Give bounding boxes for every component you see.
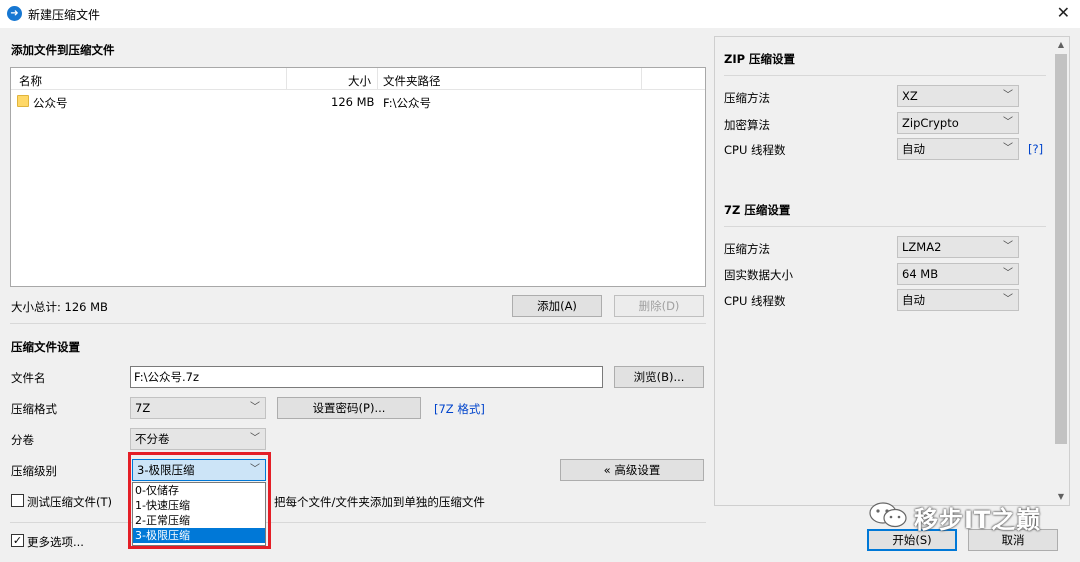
format-value: 7Z xyxy=(135,401,151,415)
chevron-down-icon: ﹀ xyxy=(1003,117,1013,128)
cpu-help-link[interactable]: [?] xyxy=(1028,142,1043,156)
zip-method-select[interactable]: XZ ﹀ xyxy=(897,85,1019,107)
app-logo-icon: ➜ xyxy=(7,6,22,21)
zip-encryption-select[interactable]: ZipCrypto ﹀ xyxy=(897,112,1019,134)
split-value: 不分卷 xyxy=(135,432,170,446)
7z-dict-value: 64 MB xyxy=(902,267,939,281)
column-header-path[interactable]: 文件夹路径 xyxy=(383,73,441,89)
column-header-name[interactable]: 名称 xyxy=(19,73,42,89)
scroll-up-icon[interactable]: ▲ xyxy=(1053,37,1069,53)
chevron-down-icon: ﹀ xyxy=(1003,241,1013,252)
chevron-down-icon: ﹀ xyxy=(250,433,260,444)
file-list-header: 名称 大小 文件夹路径 xyxy=(11,68,705,90)
chevron-down-icon: ﹀ xyxy=(1003,143,1013,154)
archive-settings-section-title: 压缩文件设置 xyxy=(11,340,80,354)
file-path: F:\公众号 xyxy=(383,96,431,110)
settings-panel: ZIP 压缩设置 压缩方法 XZ ﹀ 加密算法 ZipCrypto ﹀ CPU … xyxy=(714,36,1070,506)
7z-method-value: LZMA2 xyxy=(902,240,942,254)
column-divider[interactable] xyxy=(641,68,642,90)
7z-cpu-label: CPU 线程数 xyxy=(724,294,786,308)
format-label: 压缩格式 xyxy=(11,402,57,416)
zip-encryption-label: 加密算法 xyxy=(724,118,770,132)
7z-method-label: 压缩方法 xyxy=(724,242,770,256)
watermark: 移步IT之巅 xyxy=(868,497,1048,534)
divider xyxy=(10,522,706,523)
format-select[interactable]: 7Z ﹀ xyxy=(130,397,266,419)
level-label: 压缩级别 xyxy=(11,464,57,478)
add-files-section-title: 添加文件到压缩文件 xyxy=(11,43,115,57)
title-bar: ➜ 新建压缩文件 ✕ xyxy=(0,0,1080,28)
scrollbar-thumb[interactable] xyxy=(1055,54,1067,444)
separate-archive-label[interactable]: 把每个文件/文件夹添加到单独的压缩文件 xyxy=(274,494,485,510)
divider xyxy=(724,75,1046,76)
filename-label: 文件名 xyxy=(11,371,46,385)
add-button[interactable]: 添加(A) xyxy=(512,295,602,317)
zip-method-value: XZ xyxy=(902,89,918,103)
divider xyxy=(10,323,706,324)
delete-button[interactable]: 删除(D) xyxy=(614,295,704,317)
test-archive-label: 测试压缩文件(T) xyxy=(27,495,112,509)
watermark-text: 移步IT之巅 xyxy=(914,506,1042,534)
set-password-button[interactable]: 设置密码(P)... xyxy=(277,397,421,419)
highlight-box xyxy=(128,452,271,549)
file-name: 公众号 xyxy=(33,96,68,110)
wechat-icon xyxy=(869,502,907,528)
zip-cpu-select[interactable]: 自动 ﹀ xyxy=(897,138,1019,160)
total-size-label: 大小总计: 126 MB xyxy=(11,300,108,314)
filename-input[interactable]: F:\公众号.7z xyxy=(130,366,603,388)
7z-method-select[interactable]: LZMA2 ﹀ xyxy=(897,236,1019,258)
test-archive-checkbox[interactable] xyxy=(11,494,24,507)
list-item[interactable]: 公众号 126 MB F:\公众号 xyxy=(11,92,705,110)
close-icon[interactable]: ✕ xyxy=(1057,3,1070,23)
chevron-down-icon: ﹀ xyxy=(1003,294,1013,305)
advanced-settings-button[interactable]: « 高级设置 xyxy=(560,459,704,481)
column-header-size[interactable]: 大小 xyxy=(348,73,371,89)
file-list[interactable]: 名称 大小 文件夹路径 公众号 126 MB F:\公众号 xyxy=(10,67,706,287)
zip-settings-title: ZIP 压缩设置 xyxy=(724,52,796,66)
chevron-down-icon: ﹀ xyxy=(1003,268,1013,279)
zip-method-label: 压缩方法 xyxy=(724,91,770,105)
browse-button[interactable]: 浏览(B)... xyxy=(614,366,704,388)
column-divider[interactable] xyxy=(286,68,287,90)
window-title: 新建压缩文件 xyxy=(28,8,101,22)
vertical-scrollbar[interactable]: ▲ ▼ xyxy=(1053,37,1069,505)
file-size: 126 MB xyxy=(331,95,375,109)
format-help-link[interactable]: [7Z 格式] xyxy=(434,401,485,417)
split-select[interactable]: 不分卷 ﹀ xyxy=(130,428,266,450)
zip-encryption-value: ZipCrypto xyxy=(902,116,959,130)
more-options-label: 更多选项... xyxy=(27,535,84,549)
more-options-checkbox[interactable]: ✓ xyxy=(11,534,24,547)
scroll-down-icon[interactable]: ▼ xyxy=(1053,489,1069,505)
divider xyxy=(724,226,1046,227)
7z-cpu-select[interactable]: 自动 ﹀ xyxy=(897,289,1019,311)
chevron-down-icon: ﹀ xyxy=(250,402,260,413)
split-label: 分卷 xyxy=(11,433,34,447)
7z-cpu-value: 自动 xyxy=(902,293,925,307)
zip-cpu-value: 自动 xyxy=(902,142,925,156)
folder-icon xyxy=(17,95,29,107)
chevron-down-icon: ﹀ xyxy=(1003,90,1013,101)
7z-dict-label: 固实数据大小 xyxy=(724,268,793,282)
column-divider[interactable] xyxy=(377,68,378,90)
7z-settings-title: 7Z 压缩设置 xyxy=(724,203,791,217)
zip-cpu-label: CPU 线程数 xyxy=(724,143,786,157)
7z-dict-select[interactable]: 64 MB ﹀ xyxy=(897,263,1019,285)
